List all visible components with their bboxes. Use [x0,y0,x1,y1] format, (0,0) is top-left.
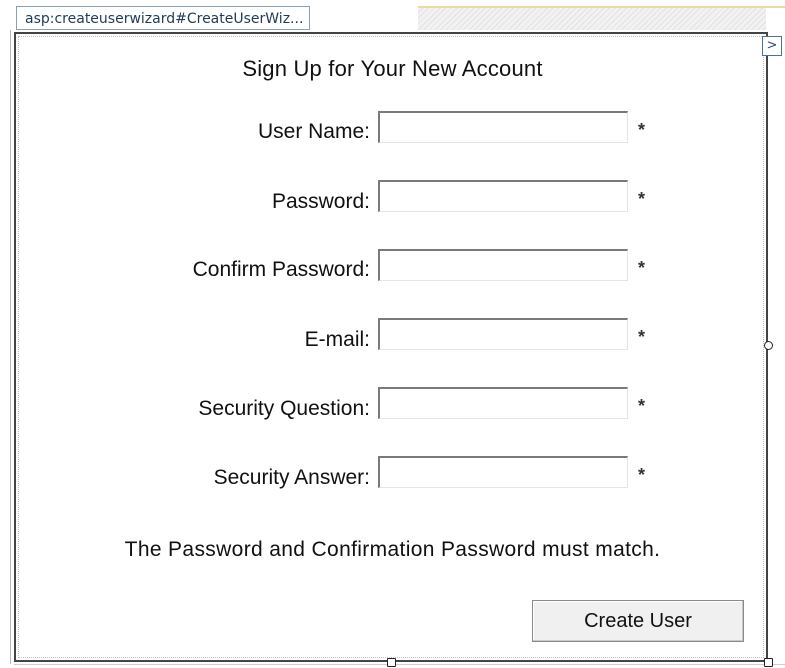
security-question-label: Security Question: [198,397,370,420]
email-label: E-mail: [304,328,370,351]
wizard-title: Sign Up for Your New Account [242,56,543,81]
email-required-marker: * [638,327,646,347]
resize-handle-bottom-right[interactable] [764,658,773,667]
left-guide-line [10,30,11,664]
smart-tag-arrow-icon[interactable]: > [762,36,782,56]
create-user-button[interactable]: Create User [532,600,744,642]
security-answer-label: Security Answer: [213,466,370,489]
confirm-password-input[interactable] [378,249,628,281]
password-input[interactable] [378,180,628,212]
confirm-password-label: Confirm Password: [192,258,370,281]
confirm-password-required-marker: * [638,258,646,278]
security-question-required-marker: * [638,396,646,416]
bottom-guide-line [14,664,785,665]
username-required-marker: * [638,120,646,140]
security-answer-required-marker: * [638,465,646,485]
password-compare-message: The Password and Confirmation Password m… [124,538,661,561]
control-tag[interactable]: asp:createuserwizard#CreateUserWiz... [16,6,311,30]
username-input[interactable] [378,111,628,143]
password-label: Password: [271,190,370,213]
username-label: User Name: [257,120,370,143]
resize-handle-bottom[interactable] [387,658,396,667]
security-question-input[interactable] [378,387,628,419]
password-required-marker: * [638,189,646,209]
resize-handle-right[interactable] [764,341,773,350]
security-answer-input[interactable] [378,456,628,488]
email-input[interactable] [378,318,628,350]
designer-tag-hatch [418,8,766,30]
